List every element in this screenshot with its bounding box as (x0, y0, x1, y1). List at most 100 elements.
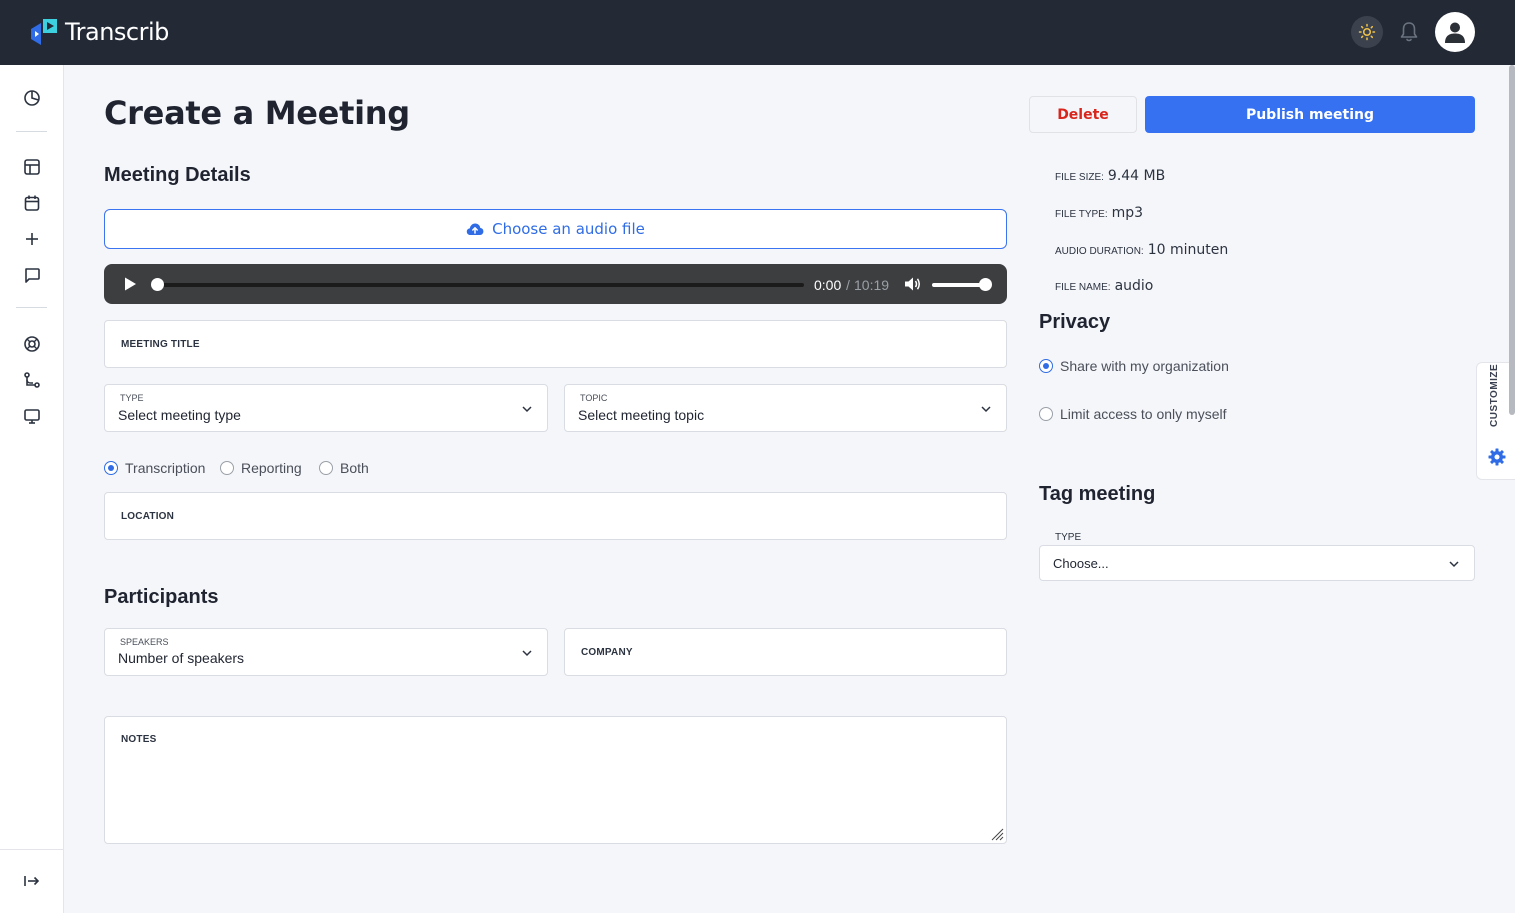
topic-label: TOPIC (580, 393, 608, 403)
radio-indicator[interactable] (104, 461, 118, 475)
file-name-info: FILE NAME: audio (1055, 278, 1153, 294)
current-time: 0:00 (814, 277, 842, 293)
radio-limit-access[interactable]: Limit access to only myself (1039, 406, 1227, 422)
audio-duration-key: AUDIO DURATION: (1055, 246, 1144, 257)
file-type-value: mp3 (1111, 205, 1144, 221)
file-name-value: audio (1114, 278, 1154, 294)
file-size-info: FILE SIZE: 9.44 MB (1055, 168, 1165, 184)
user-avatar-button[interactable] (1435, 12, 1475, 52)
help-icon (24, 336, 40, 352)
theme-toggle-button[interactable] (1351, 16, 1383, 48)
play-icon (125, 277, 136, 291)
workflow-icon (24, 372, 40, 388)
meeting-topic-select[interactable]: TOPIC Select meeting topic (564, 384, 1007, 432)
radio-label: Transcription (125, 460, 206, 476)
choose-audio-file-button[interactable]: Choose an audio file (104, 209, 1007, 249)
sidebar-collapse-button[interactable] (22, 871, 42, 891)
tag-type-label: TYPE (1055, 532, 1082, 543)
notes-label: NOTES (121, 734, 157, 745)
bell-icon (1400, 22, 1418, 42)
speakers-select[interactable]: SPEAKERS Number of speakers (104, 628, 548, 676)
radio-reporting[interactable]: Reporting (220, 460, 302, 476)
tag-meeting-heading: Tag meeting (1039, 483, 1156, 505)
file-size-key: FILE SIZE: (1055, 172, 1104, 183)
sidebar-divider (16, 131, 47, 132)
seek-bar[interactable] (154, 283, 804, 287)
radio-indicator[interactable] (1039, 407, 1053, 421)
cloud-upload-icon (466, 223, 484, 235)
radio-indicator[interactable] (1039, 359, 1053, 373)
radio-label: Reporting (241, 460, 302, 476)
top-bar: Transcrib (0, 0, 1515, 65)
participants-heading: Participants (104, 586, 219, 608)
radio-label: Both (340, 460, 369, 476)
chevron-down-icon (522, 406, 532, 413)
time-separator: / (846, 277, 850, 293)
notifications-button[interactable] (1397, 19, 1421, 45)
chat-icon (25, 268, 40, 283)
gear-icon (1488, 448, 1506, 466)
sidebar-item-presentation[interactable] (22, 406, 42, 426)
sidebar-item-support[interactable] (22, 334, 42, 354)
location-field[interactable]: LOCATION (104, 492, 1007, 540)
volume-handle[interactable] (979, 278, 992, 291)
speakers-label: SPEAKERS (120, 637, 169, 647)
total-duration: 10:19 (854, 277, 890, 293)
audio-duration-value: 10 minuten (1147, 242, 1229, 258)
seek-handle[interactable] (151, 278, 164, 291)
radio-label: Share with my organization (1060, 358, 1229, 374)
sidebar-item-messages[interactable] (22, 265, 42, 285)
file-name-key: FILE NAME: (1055, 282, 1111, 293)
plus-icon (26, 233, 38, 245)
logo-mark-icon (29, 17, 59, 47)
chevron-down-icon (1449, 561, 1459, 568)
user-icon (1445, 22, 1465, 43)
sidebar-item-dashboard[interactable] (22, 88, 42, 108)
resize-handle-icon[interactable] (990, 827, 1004, 841)
dashboard-icon (24, 90, 40, 106)
file-type-key: FILE TYPE: (1055, 209, 1108, 220)
play-button[interactable] (122, 276, 138, 297)
chevron-down-icon (522, 650, 532, 657)
calendar-icon (24, 195, 40, 211)
monitor-icon (24, 409, 40, 424)
radio-indicator[interactable] (319, 461, 333, 475)
privacy-heading: Privacy (1039, 311, 1111, 333)
app-logo[interactable]: Transcrib (29, 17, 169, 47)
delete-button[interactable]: Delete (1029, 96, 1137, 133)
mute-button[interactable] (904, 276, 922, 297)
company-field[interactable]: COMPANY (564, 628, 1007, 676)
app-name: Transcrib (65, 18, 169, 46)
location-label: LOCATION (121, 511, 175, 522)
meeting-type-select[interactable]: TYPE Select meeting type (104, 384, 548, 432)
file-size-value: 9.44 MB (1107, 168, 1166, 184)
expand-icon (24, 876, 40, 886)
page-scrollbar[interactable] (1509, 65, 1515, 415)
radio-both[interactable]: Both (319, 460, 369, 476)
chevron-down-icon (981, 406, 991, 413)
sidebar-divider (16, 307, 47, 308)
notes-textarea[interactable]: NOTES (104, 716, 1007, 844)
sidebar (0, 65, 64, 913)
volume-slider[interactable] (932, 283, 986, 287)
speakers-value: Number of speakers (118, 650, 245, 666)
sidebar-item-create[interactable] (22, 229, 42, 249)
radio-share-organization[interactable]: Share with my organization (1039, 358, 1229, 374)
radio-transcription[interactable]: Transcription (104, 460, 205, 476)
type-label: TYPE (120, 393, 144, 403)
volume-icon (905, 277, 920, 291)
meeting-title-field[interactable]: MEETING TITLE (104, 320, 1007, 368)
audio-player: 0:00 / 10:19 (104, 264, 1007, 304)
radio-indicator[interactable] (220, 461, 234, 475)
tag-type-select[interactable]: Choose... (1039, 545, 1475, 581)
tag-type-value: Choose... (1053, 556, 1109, 571)
customize-label: CUSTOMIZE (1489, 363, 1500, 427)
layout-icon (24, 159, 40, 175)
sidebar-item-layout[interactable] (22, 157, 42, 177)
choose-audio-file-label: Choose an audio file (492, 220, 645, 238)
topic-value: Select meeting topic (578, 407, 705, 423)
publish-meeting-button[interactable]: Publish meeting (1145, 96, 1475, 133)
sidebar-item-calendar[interactable] (22, 193, 42, 213)
sidebar-item-workflow[interactable] (22, 370, 42, 390)
radio-label: Limit access to only myself (1060, 406, 1227, 422)
